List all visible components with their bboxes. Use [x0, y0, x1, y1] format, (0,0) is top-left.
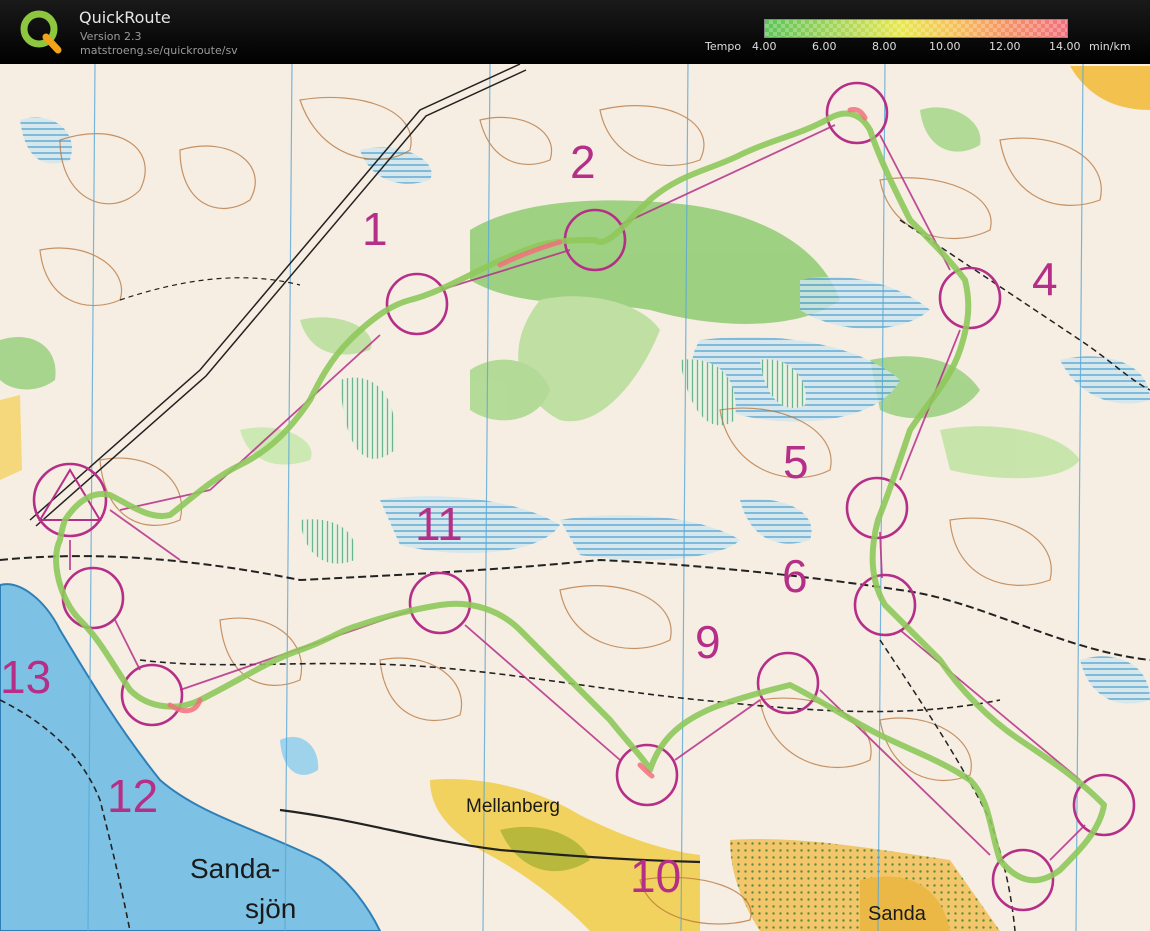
control-number-6: 6 — [782, 550, 808, 602]
legend-tick: 8.00 — [872, 40, 897, 53]
control-number-9: 9 — [695, 616, 721, 668]
orienteering-map[interactable]: 1 2 4 5 6 9 10 11 12 13 Mellanberg Sanda… — [0, 64, 1150, 931]
legend-unit: min/km — [1089, 40, 1131, 53]
legend-tick: 10.00 — [929, 40, 961, 53]
quickroute-logo-icon — [20, 10, 62, 54]
place-name-sandasjon-line2: sjön — [245, 893, 296, 924]
legend-title: Tempo — [705, 40, 742, 53]
map-canvas: 1 2 4 5 6 9 10 11 12 13 Mellanberg Sanda… — [0, 64, 1150, 931]
control-number-11: 11 — [415, 498, 463, 550]
control-number-10: 10 — [630, 850, 681, 902]
control-number-1: 1 — [362, 203, 388, 255]
app-url[interactable]: matstroeng.se/quickroute/sv — [80, 44, 238, 57]
app-title: QuickRoute — [79, 8, 171, 27]
control-number-12: 12 — [107, 770, 158, 822]
control-number-13: 13 — [0, 651, 51, 703]
place-name-sanda: Sanda — [868, 903, 927, 925]
control-number-4: 4 — [1032, 253, 1058, 305]
app-version: Version 2.3 — [80, 30, 142, 43]
pace-legend-bar — [764, 19, 1068, 38]
legend-tick: 12.00 — [989, 40, 1021, 53]
legend-tick: 6.00 — [812, 40, 837, 53]
app-header: QuickRoute Version 2.3 matstroeng.se/qui… — [0, 0, 1150, 64]
legend-tick: 14.00 — [1049, 40, 1081, 53]
control-number-2: 2 — [570, 136, 596, 188]
place-name-sandasjon-line1: Sanda- — [190, 853, 280, 884]
legend-tick: 4.00 — [752, 40, 777, 53]
control-number-5: 5 — [783, 436, 809, 488]
place-name-mellanberg: Mellanberg — [466, 796, 560, 817]
